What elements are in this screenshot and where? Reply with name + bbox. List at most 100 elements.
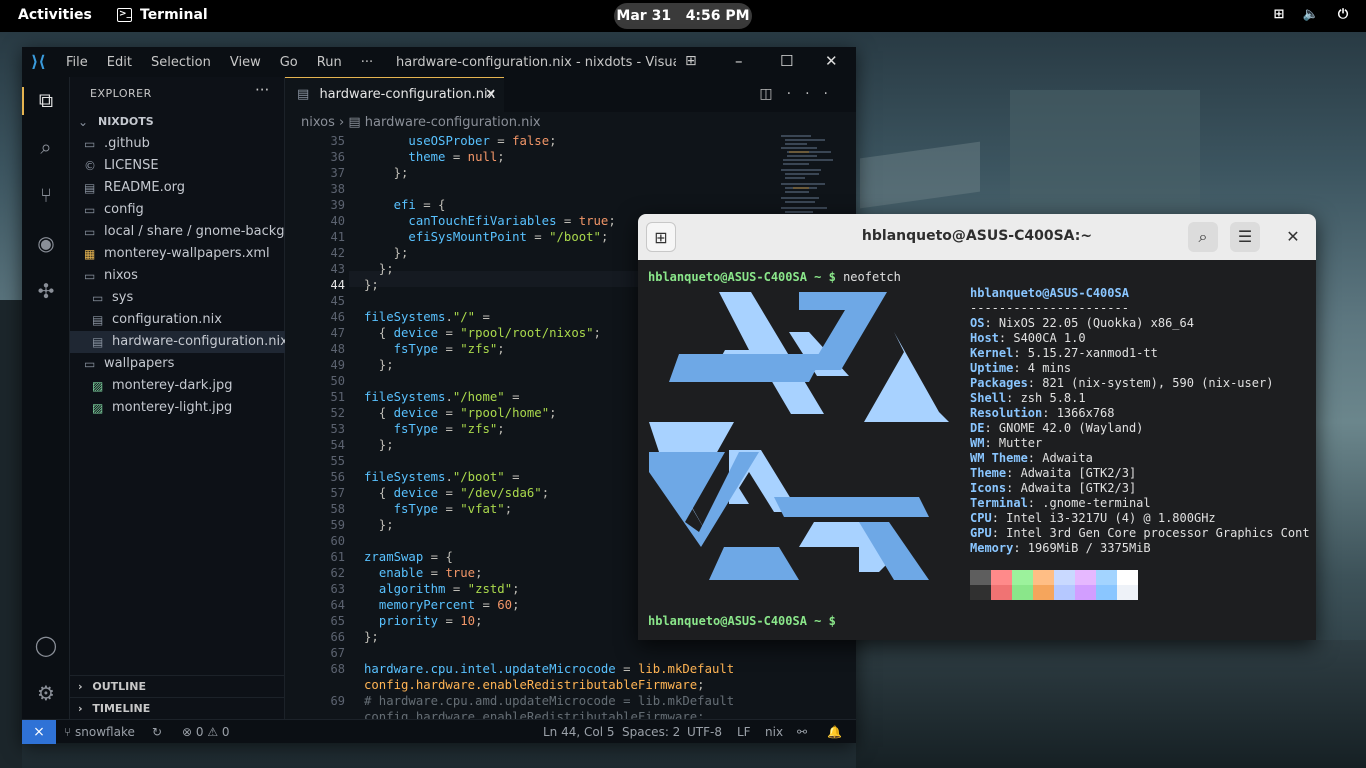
clock-button[interactable]: Mar 31 4:56 PM bbox=[614, 3, 752, 29]
line-ending[interactable]: LF bbox=[737, 720, 751, 744]
system-tray[interactable]: ⊞ 🔈 ⏻ bbox=[1270, 7, 1352, 25]
menu-go[interactable]: Go bbox=[280, 55, 298, 70]
host-name: @ASUS-C400SA bbox=[1042, 286, 1129, 300]
close-button[interactable]: ✕ bbox=[1278, 222, 1308, 252]
sync-icon[interactable]: ↻ bbox=[152, 720, 162, 744]
close-button[interactable]: ✕ bbox=[825, 52, 838, 70]
remote-indicator-icon[interactable]: ⨯ bbox=[22, 720, 56, 744]
problems-indicator[interactable]: ⊗ 0 ⚠ 0 bbox=[182, 720, 230, 744]
search-button[interactable]: ⌕ bbox=[1188, 222, 1218, 252]
tree-item-root[interactable]: ⌄ NIXDOTS bbox=[70, 111, 285, 133]
code-token: efiSysMountPoint bbox=[408, 230, 527, 244]
code-token: fileSystems bbox=[364, 470, 446, 484]
color-swatch bbox=[1012, 585, 1033, 600]
menu-edit[interactable]: Edit bbox=[107, 55, 132, 70]
breadcrumb-folder[interactable]: nixos bbox=[301, 115, 335, 130]
code-token: }; bbox=[364, 438, 394, 452]
layout-icon[interactable]: ⊞ bbox=[685, 53, 697, 69]
tab-hardware-configuration[interactable]: ▤ hardware-configuration.nix ✕ bbox=[285, 77, 504, 112]
tree-item-folder[interactable]: ▭ local / share / gnome-backgr... bbox=[70, 221, 285, 243]
tree-item-folder[interactable]: ▭ sys bbox=[70, 287, 285, 309]
outline-section[interactable]: › OUTLINE bbox=[70, 675, 285, 697]
minimize-button[interactable]: – bbox=[735, 52, 743, 70]
color-swatch bbox=[1075, 570, 1096, 585]
timeline-section[interactable]: › TIMELINE bbox=[70, 697, 285, 719]
tree-item-file[interactable]: ▤ configuration.nix bbox=[70, 309, 285, 331]
tree-item-license[interactable]: © LICENSE bbox=[70, 155, 285, 177]
prompt-line-2: hblanqueto@ASUS-C400SA ~ $ bbox=[648, 614, 836, 628]
info-value: : 4 mins bbox=[1013, 361, 1072, 375]
branch-indicator[interactable]: ⑂ snowflake bbox=[64, 720, 135, 744]
tree-item-folder[interactable]: ▭ .github bbox=[70, 133, 285, 155]
tree-item-folder[interactable]: ▭ config bbox=[70, 199, 285, 221]
app-menu[interactable]: >_ Terminal bbox=[117, 7, 208, 23]
info-line: Uptime: 4 mins bbox=[970, 361, 1310, 376]
activities-button[interactable]: Activities bbox=[18, 7, 92, 23]
indentation[interactable]: Spaces: 2 bbox=[622, 720, 680, 744]
tree-item-file[interactable]: ▤ README.org bbox=[70, 177, 285, 199]
encoding[interactable]: UTF-8 bbox=[687, 720, 722, 744]
editor-tabs: ▤ hardware-configuration.nix ✕ ◫··· bbox=[285, 77, 856, 112]
info-value: : Adwaita [GTK2/3] bbox=[1006, 481, 1137, 495]
source-control-icon[interactable]: ⑂ bbox=[34, 183, 58, 207]
explorer-more-icon[interactable]: ··· bbox=[255, 81, 269, 99]
tree-item-xml[interactable]: ▦ monterey-wallpapers.xml bbox=[70, 243, 285, 265]
color-swatch bbox=[991, 570, 1012, 585]
menu-selection[interactable]: Selection bbox=[151, 55, 211, 70]
code-token: }; bbox=[364, 166, 409, 180]
notifications-bell-icon[interactable]: 🔔 bbox=[827, 720, 842, 744]
line-number: 59 bbox=[330, 518, 345, 532]
code-token: "/home" bbox=[452, 390, 505, 404]
line-number: 38 bbox=[330, 182, 345, 196]
menu-run[interactable]: Run bbox=[317, 55, 342, 70]
code-line: useOSProber = false; bbox=[364, 133, 734, 149]
line-number: 61 bbox=[330, 550, 345, 564]
live-share-icon[interactable]: ⚯ bbox=[797, 720, 807, 744]
menu-view[interactable]: View bbox=[230, 55, 261, 70]
breadcrumb-file[interactable]: hardware-configuration.nix bbox=[365, 115, 541, 130]
terminal-output[interactable]: hblanqueto@ASUS-C400SA ~ $ neofetch hbla… bbox=[638, 260, 1316, 640]
code-token: = bbox=[438, 486, 461, 500]
code-token: "zfs" bbox=[460, 422, 498, 436]
wallpaper-tower bbox=[1010, 90, 1200, 214]
minimap[interactable] bbox=[779, 133, 849, 223]
folder-icon: ▭ bbox=[92, 291, 104, 305]
maximize-button[interactable]: ☐ bbox=[780, 52, 793, 70]
split-editor-icon[interactable]: ◫ bbox=[759, 86, 786, 102]
more-actions-icon[interactable]: ··· bbox=[787, 86, 842, 102]
extensions-icon[interactable]: ✣ bbox=[34, 279, 58, 303]
account-icon[interactable]: ◯ bbox=[34, 633, 58, 657]
menu-button[interactable]: ☰ bbox=[1230, 222, 1260, 252]
settings-gear-icon[interactable]: ⚙ bbox=[34, 681, 58, 705]
github-icon[interactable]: ◉ bbox=[34, 231, 58, 255]
line-number: 48 bbox=[330, 342, 345, 356]
line-number: 42 bbox=[330, 246, 345, 260]
info-line: WM Theme: Adwaita bbox=[970, 451, 1310, 466]
color-swatch bbox=[1096, 585, 1117, 600]
menu-file[interactable]: File bbox=[66, 55, 88, 70]
search-icon[interactable]: ⌕ bbox=[34, 135, 58, 159]
tree-item-folder[interactable]: ▭ wallpapers bbox=[70, 353, 285, 375]
code-token: ; bbox=[512, 582, 520, 596]
tab-close-icon[interactable]: ✕ bbox=[485, 78, 496, 112]
prompt-line-1: hblanqueto@ASUS-C400SA ~ $ neofetch bbox=[648, 270, 901, 284]
color-swatch bbox=[991, 585, 1012, 600]
tree-item-file[interactable]: ▤ hardware-configuration.nix bbox=[70, 331, 285, 353]
activity-bar: ⧉ ⌕ ⑂ ◉ ✣ ◯ ⚙ 1 bbox=[22, 77, 70, 736]
explorer-icon[interactable]: ⧉ bbox=[34, 88, 58, 112]
tree-item-label: hardware-configuration.nix bbox=[112, 334, 285, 349]
code-token: fsType bbox=[393, 422, 439, 436]
menu-more[interactable]: ··· bbox=[361, 55, 373, 70]
tree-item-image[interactable]: ▨ monterey-dark.jpg bbox=[70, 375, 285, 397]
tree-item-folder[interactable]: ▭ nixos bbox=[70, 265, 285, 287]
info-key: Resolution bbox=[970, 406, 1043, 420]
code-token: ; bbox=[541, 486, 550, 500]
cursor-position[interactable]: Ln 44, Col 5 bbox=[543, 720, 615, 744]
color-swatch bbox=[1054, 570, 1075, 585]
tree-item-image[interactable]: ▨ monterey-light.jpg bbox=[70, 397, 285, 419]
language-mode[interactable]: nix bbox=[765, 720, 783, 744]
code-line: # hardware.cpu.amd.updateMicrocode = lib… bbox=[364, 693, 734, 709]
